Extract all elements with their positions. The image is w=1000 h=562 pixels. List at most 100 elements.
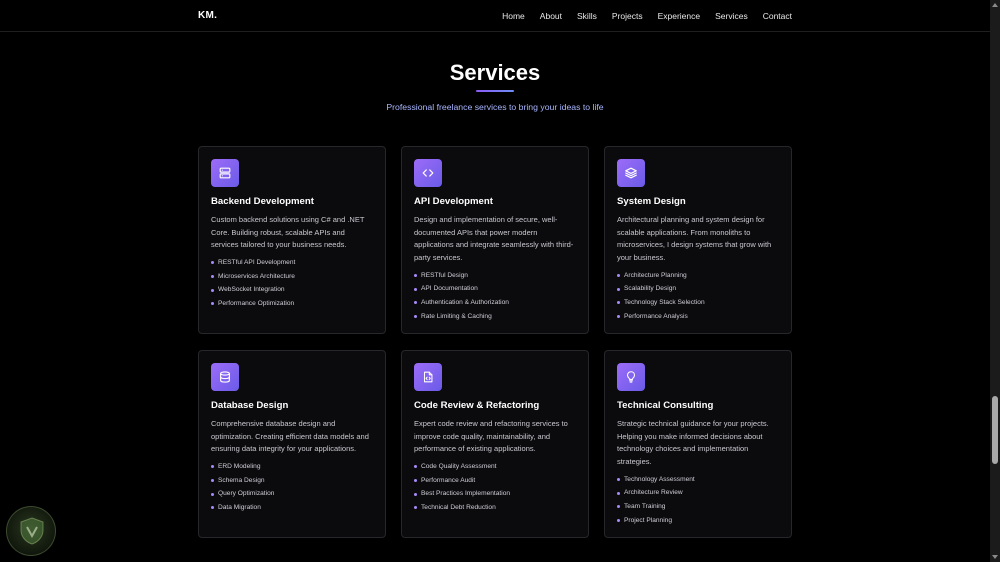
bullet-icon	[617, 274, 620, 278]
service-description: Custom backend solutions using C# and .N…	[211, 215, 365, 250]
feature-label: RESTful Design	[421, 271, 468, 279]
bullet-icon	[211, 492, 214, 496]
feature-label: Performance Optimization	[218, 299, 295, 307]
feature-item: Rate Limiting & Caching	[414, 310, 576, 324]
server-icon	[211, 159, 239, 187]
feature-item: Code Quality Assessment	[414, 460, 576, 474]
service-card-backend[interactable]: Backend Development Custom backend solut…	[198, 146, 386, 334]
feature-label: Best Practices Implementation	[421, 490, 511, 498]
service-description: Architectural planning and system design…	[617, 215, 772, 263]
services-grid: Backend Development Custom backend solut…	[198, 146, 792, 538]
feature-list: RESTful API Development Microservices Ar…	[211, 256, 373, 310]
service-card-database[interactable]: Database Design Comprehensive database d…	[198, 350, 386, 538]
feature-item: Team Training	[617, 500, 779, 514]
feature-label: Technology Stack Selection	[624, 299, 705, 306]
feature-label: RESTful API Development	[218, 259, 296, 267]
feature-item: Query Optimization	[211, 487, 373, 501]
bullet-icon	[617, 301, 620, 305]
nav-link-projects[interactable]: Projects	[612, 11, 643, 21]
feature-item: Schema Design	[211, 474, 373, 488]
bullet-icon	[617, 287, 620, 291]
feature-item: Technical Debt Reduction	[414, 501, 576, 515]
bullet-icon	[211, 302, 214, 306]
nav-link-about[interactable]: About	[540, 11, 562, 21]
file-code-icon	[414, 363, 442, 391]
feature-label: Performance Audit	[421, 476, 476, 484]
feature-item: Performance Audit	[414, 474, 576, 488]
service-title: System Design	[617, 196, 686, 207]
feature-label: Architecture Planning	[624, 271, 687, 279]
service-card-code-review[interactable]: Code Review & Refactoring Expert code re…	[401, 350, 589, 538]
scroll-thumb[interactable]	[992, 396, 998, 464]
watermark-logo	[6, 506, 56, 556]
feature-item: RESTful Design	[414, 269, 576, 283]
feature-label: Project Planning	[624, 516, 673, 524]
feature-item: Microservices Architecture	[211, 270, 373, 284]
feature-list: ERD Modeling Schema Design Query Optimiz…	[211, 460, 373, 514]
nav-link-contact[interactable]: Contact	[763, 11, 792, 21]
section-title: Services	[449, 60, 541, 85]
nav-link-experience[interactable]: Experience	[658, 11, 701, 21]
bullet-icon	[414, 506, 417, 510]
bullet-icon	[414, 492, 417, 496]
feature-item: Architecture Review	[617, 486, 779, 500]
bullet-icon	[414, 314, 417, 318]
service-card-consulting[interactable]: Technical Consulting Strategic technical…	[604, 350, 792, 538]
lightbulb-icon	[617, 363, 645, 391]
nav-link-services[interactable]: Services	[715, 11, 748, 21]
nav-link-home[interactable]: Home	[502, 11, 525, 21]
feature-label: ERD Modeling	[218, 463, 261, 471]
service-title: Database Design	[211, 400, 289, 411]
nav-links: Home About Skills Projects Experience Se…	[502, 11, 792, 21]
bullet-icon	[617, 491, 620, 495]
bullet-icon	[414, 287, 417, 291]
feature-label: API Documentation	[421, 285, 478, 293]
bullet-icon	[617, 505, 620, 509]
logo[interactable]: KM.	[198, 10, 217, 21]
service-description: Strategic technical guidance for your pr…	[617, 419, 769, 467]
bullet-icon	[211, 465, 214, 469]
feature-label: Scalability Design	[624, 285, 677, 293]
feature-item: ERD Modeling	[211, 460, 373, 474]
service-title: Technical Consulting	[617, 400, 714, 411]
code-icon	[414, 159, 442, 187]
feature-label: Technical Debt Reduction	[421, 503, 496, 511]
service-title: Backend Development	[211, 196, 314, 207]
feature-item: Authentication & Authorization	[414, 296, 576, 310]
feature-item: Performance Analysis	[617, 310, 779, 324]
feature-item: Best Practices Implementation	[414, 487, 576, 501]
shield-icon	[20, 517, 44, 545]
navbar: KM. Home About Skills Projects Experienc…	[0, 0, 990, 32]
feature-item: API Documentation	[414, 282, 576, 296]
feature-list: Code Quality Assessment Performance Audi…	[414, 460, 576, 514]
bullet-icon	[211, 288, 214, 292]
feature-item: Performance Optimization	[211, 297, 373, 311]
bullet-icon	[211, 479, 214, 482]
feature-label: Team Training	[624, 503, 666, 510]
bullet-icon	[414, 274, 417, 278]
feature-label: Architecture Review	[624, 489, 683, 497]
service-description: Design and implementation of secure, wel…	[414, 215, 574, 263]
feature-label: Query Optimization	[218, 490, 275, 498]
bullet-icon	[617, 478, 620, 482]
service-card-system-design[interactable]: System Design Architectural planning and…	[604, 146, 792, 334]
feature-item: Architecture Planning	[617, 269, 779, 283]
service-title: Code Review & Refactoring	[414, 400, 540, 411]
feature-label: Authentication & Authorization	[421, 299, 509, 306]
database-icon	[211, 363, 239, 391]
feature-label: Schema Design	[218, 476, 265, 484]
feature-label: Data Migration	[218, 503, 261, 511]
feature-label: Microservices Architecture	[218, 272, 295, 280]
page-scrollbar[interactable]	[990, 0, 1000, 562]
scroll-down-arrow-icon[interactable]	[992, 555, 998, 559]
layers-icon	[617, 159, 645, 187]
scroll-up-arrow-icon[interactable]	[992, 3, 998, 7]
service-card-api[interactable]: API Development Design and implementatio…	[401, 146, 589, 334]
nav-link-skills[interactable]: Skills	[577, 11, 597, 21]
feature-list: RESTful Design API Documentation Authent…	[414, 269, 576, 323]
feature-item: RESTful API Development	[211, 256, 373, 270]
feature-label: Rate Limiting & Caching	[421, 312, 492, 320]
feature-label: Code Quality Assessment	[421, 463, 497, 471]
feature-label: Technology Assessment	[624, 475, 695, 483]
feature-label: WebSocket Integration	[218, 286, 285, 294]
